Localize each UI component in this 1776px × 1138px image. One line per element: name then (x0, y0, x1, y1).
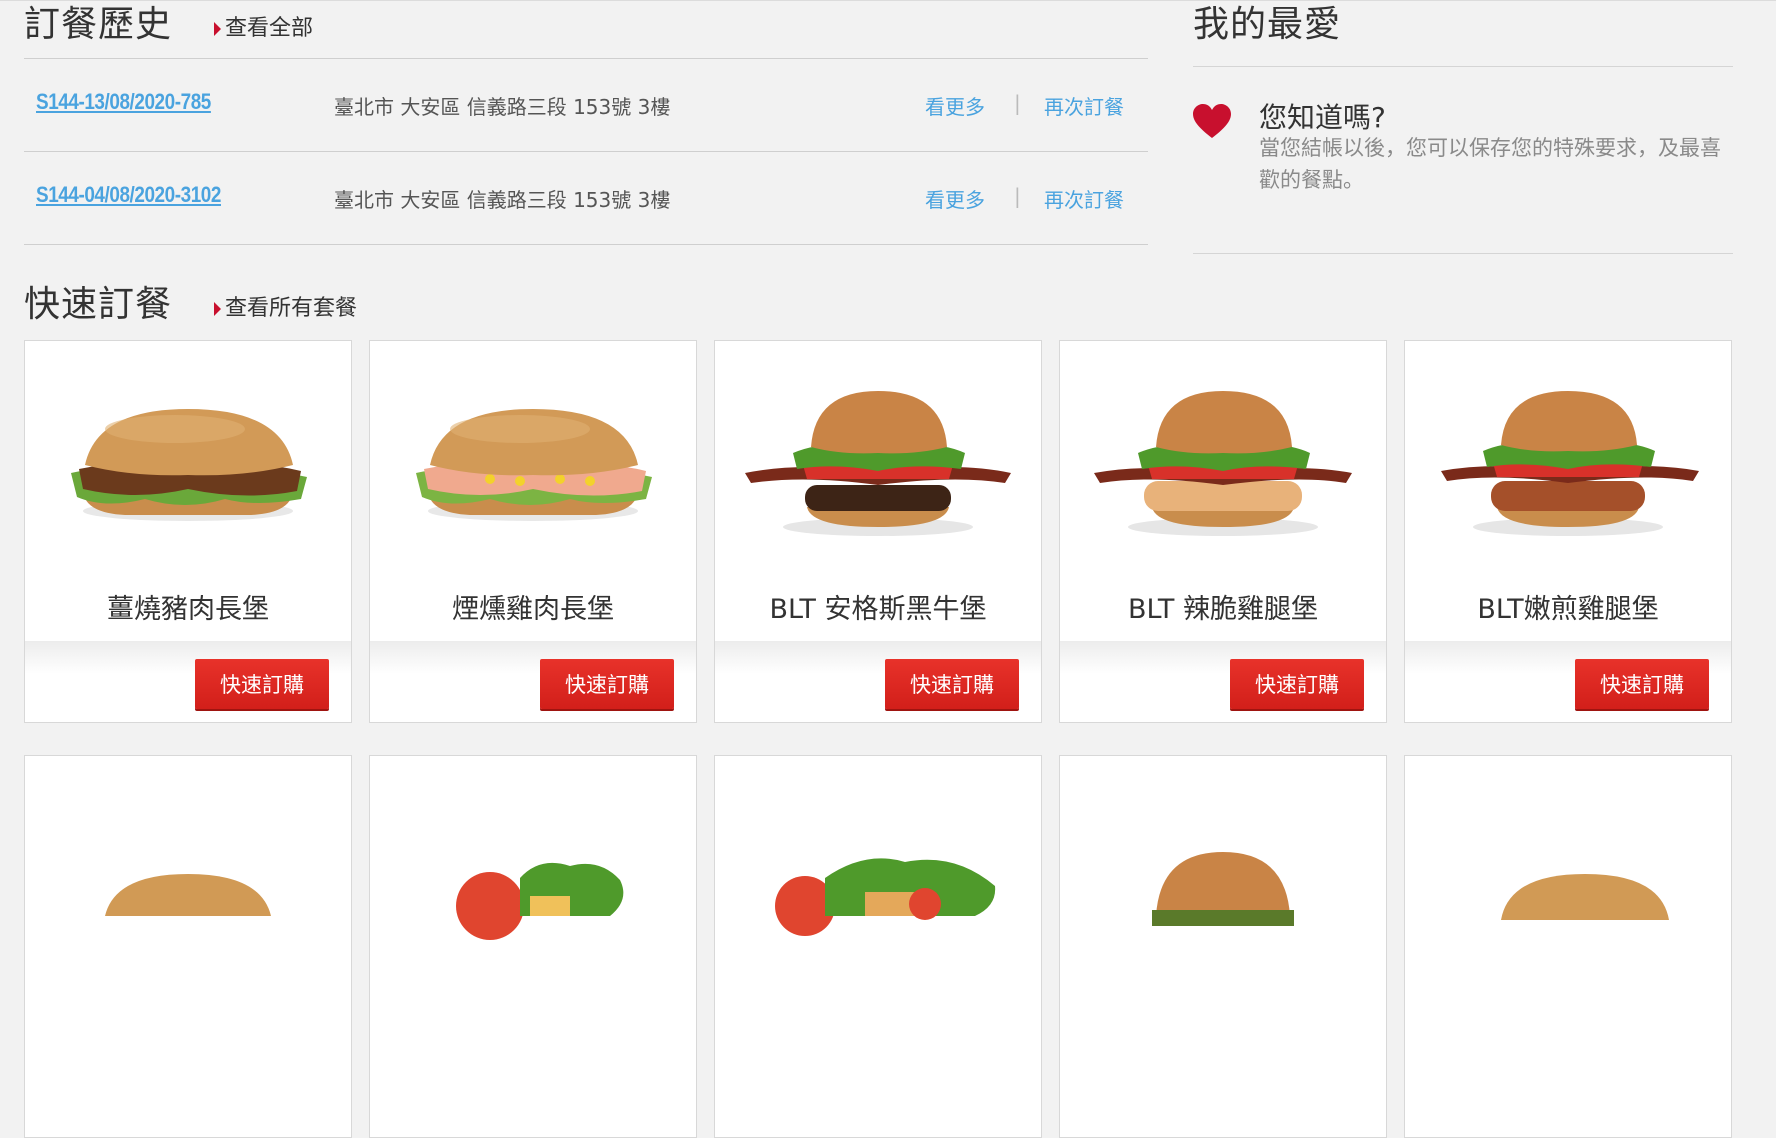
order-history-section: 訂餐歷史 查看全部 S144-13/08/2020-785 臺北市 大安區 信義… (24, 0, 1148, 245)
product-card[interactable]: 薑燒豬肉長堡 快速訂購 (24, 340, 352, 723)
order-history-header: 訂餐歷史 查看全部 (24, 0, 1148, 58)
card-footer: 快速訂購 (1405, 641, 1731, 722)
product-name: 薑燒豬肉長堡 (107, 594, 269, 625)
salad-icon (775, 858, 996, 936)
long-sandwich-pork-icon (71, 409, 307, 521)
order-address: 臺北市 大安區 信義路三段 153號 3樓 (334, 95, 671, 119)
order-row: S144-04/08/2020-3102 臺北市 大安區 信義路三段 153號 … (24, 152, 1148, 245)
product-name: 煙燻雞肉長堡 (452, 594, 614, 625)
divider (1193, 253, 1733, 254)
tip-title: 您知道嗎? (1259, 101, 1386, 134)
view-all-orders-label: 查看全部 (225, 16, 314, 41)
reorder-link[interactable]: 再次訂餐 (1044, 91, 1124, 120)
product-name: BLT嫩煎雞腿堡 (1477, 594, 1659, 625)
long-sandwich-chicken-icon (416, 409, 652, 521)
quick-order-button[interactable]: 快速訂購 (1575, 659, 1709, 709)
view-all-meals-link[interactable]: 查看所有套餐 (214, 294, 357, 324)
card-footer: 快速訂購 (25, 641, 351, 722)
quick-order-button[interactable]: 快速訂購 (540, 659, 674, 709)
view-all-meals-label: 查看所有套餐 (225, 296, 358, 321)
order-id-link[interactable]: S144-13/08/2020-785 (36, 89, 211, 115)
card-footer: 快速訂購 (1060, 641, 1386, 722)
product-card[interactable]: BLT嫩煎雞腿堡 快速訂購 (1404, 340, 1732, 723)
quick-order-button[interactable]: 快速訂購 (195, 659, 329, 709)
quick-order-cards-row-2 (24, 755, 1732, 1138)
quick-order-cards: 薑燒豬肉長堡 快速訂購 煙燻雞肉長堡 快速訂購 BLT 安格斯黑牛堡 快速訂購 … (24, 340, 1732, 723)
quick-order-header: 快速訂餐 查看所有套餐 (24, 280, 357, 330)
product-card[interactable] (24, 755, 352, 1138)
product-card[interactable] (714, 755, 1042, 1138)
order-history-title: 訂餐歷史 (24, 4, 173, 45)
separator: | (1014, 184, 1021, 208)
separator: | (1014, 91, 1021, 115)
reorder-link[interactable]: 再次訂餐 (1044, 184, 1124, 213)
burger-beef-icon (745, 391, 1011, 536)
burger-grilled-chicken-icon (1441, 391, 1699, 536)
product-name: BLT 安格斯黑牛堡 (769, 594, 987, 625)
product-card[interactable]: BLT 辣脆雞腿堡 快速訂購 (1059, 340, 1387, 723)
burger-icon (1152, 852, 1294, 926)
quick-order-title: 快速訂餐 (24, 284, 173, 325)
product-name: BLT 辣脆雞腿堡 (1128, 594, 1318, 625)
product-card[interactable] (1404, 755, 1732, 1138)
triangle-right-icon (214, 302, 222, 316)
product-card[interactable] (369, 755, 697, 1138)
order-address: 臺北市 大安區 信義路三段 153號 3樓 (334, 188, 671, 212)
triangle-right-icon (214, 22, 222, 36)
quick-order-button[interactable]: 快速訂購 (885, 659, 1019, 709)
burger-crispy-chicken-icon (1094, 391, 1352, 536)
favorites-title: 我的最愛 (1193, 4, 1342, 45)
divider (1193, 66, 1733, 67)
tip-text: 當您結帳以後，您可以保存您的特殊要求，及最喜歡的餐點。 (1259, 136, 1721, 192)
product-card[interactable] (1059, 755, 1387, 1138)
burger-bun-icon (1501, 874, 1669, 920)
view-all-orders-link[interactable]: 查看全部 (214, 14, 313, 44)
see-more-link[interactable]: 看更多 (925, 91, 985, 120)
quick-order-button[interactable]: 快速訂購 (1230, 659, 1364, 709)
card-footer: 快速訂購 (715, 641, 1041, 722)
salad-icon (456, 862, 624, 940)
order-row: S144-13/08/2020-785 臺北市 大安區 信義路三段 153號 3… (24, 59, 1148, 152)
order-id-link[interactable]: S144-04/08/2020-3102 (36, 182, 221, 208)
see-more-link[interactable]: 看更多 (925, 184, 985, 213)
heart-icon (1193, 104, 1231, 138)
product-card[interactable]: BLT 安格斯黑牛堡 快速訂購 (714, 340, 1042, 723)
product-card[interactable]: 煙燻雞肉長堡 快速訂購 (369, 340, 697, 723)
burger-bun-icon (105, 874, 271, 916)
card-footer: 快速訂購 (370, 641, 696, 722)
